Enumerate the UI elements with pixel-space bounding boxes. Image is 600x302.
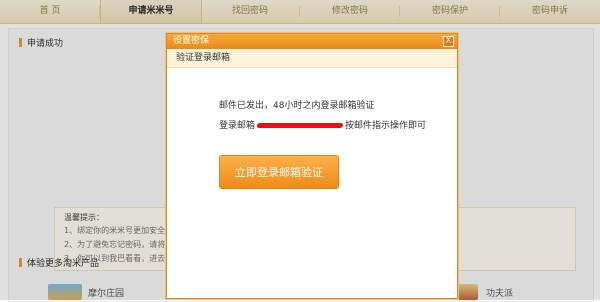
email-sent-message: 邮件已发出，48小时之内登录邮箱验证 [219,101,375,111]
email-label: 登录邮箱 [219,121,256,131]
dialog-title: 设置密保 [173,36,210,46]
email-instruction: 登录邮箱 按邮件指示操作即可 [219,118,426,131]
email-instruction-suffix: 按邮件指示操作即可 [345,121,427,131]
redacted-email [256,123,344,128]
verify-email-button[interactable]: 立即登录邮箱验证 [219,155,339,189]
set-security-dialog: 设置密保 X 验证登录邮箱 邮件已发出，48小时之内登录邮箱验证 登录邮箱 按邮件… [166,33,458,299]
close-icon: X [445,36,452,46]
dialog-subtitle: 验证登录邮箱 [176,53,231,63]
dialog-subtitle-bar: 验证登录邮箱 [167,49,457,68]
close-button[interactable]: X [443,36,454,47]
verify-email-button-label: 立即登录邮箱验证 [235,166,323,179]
dialog-title-bar: 设置密保 X [167,34,457,49]
